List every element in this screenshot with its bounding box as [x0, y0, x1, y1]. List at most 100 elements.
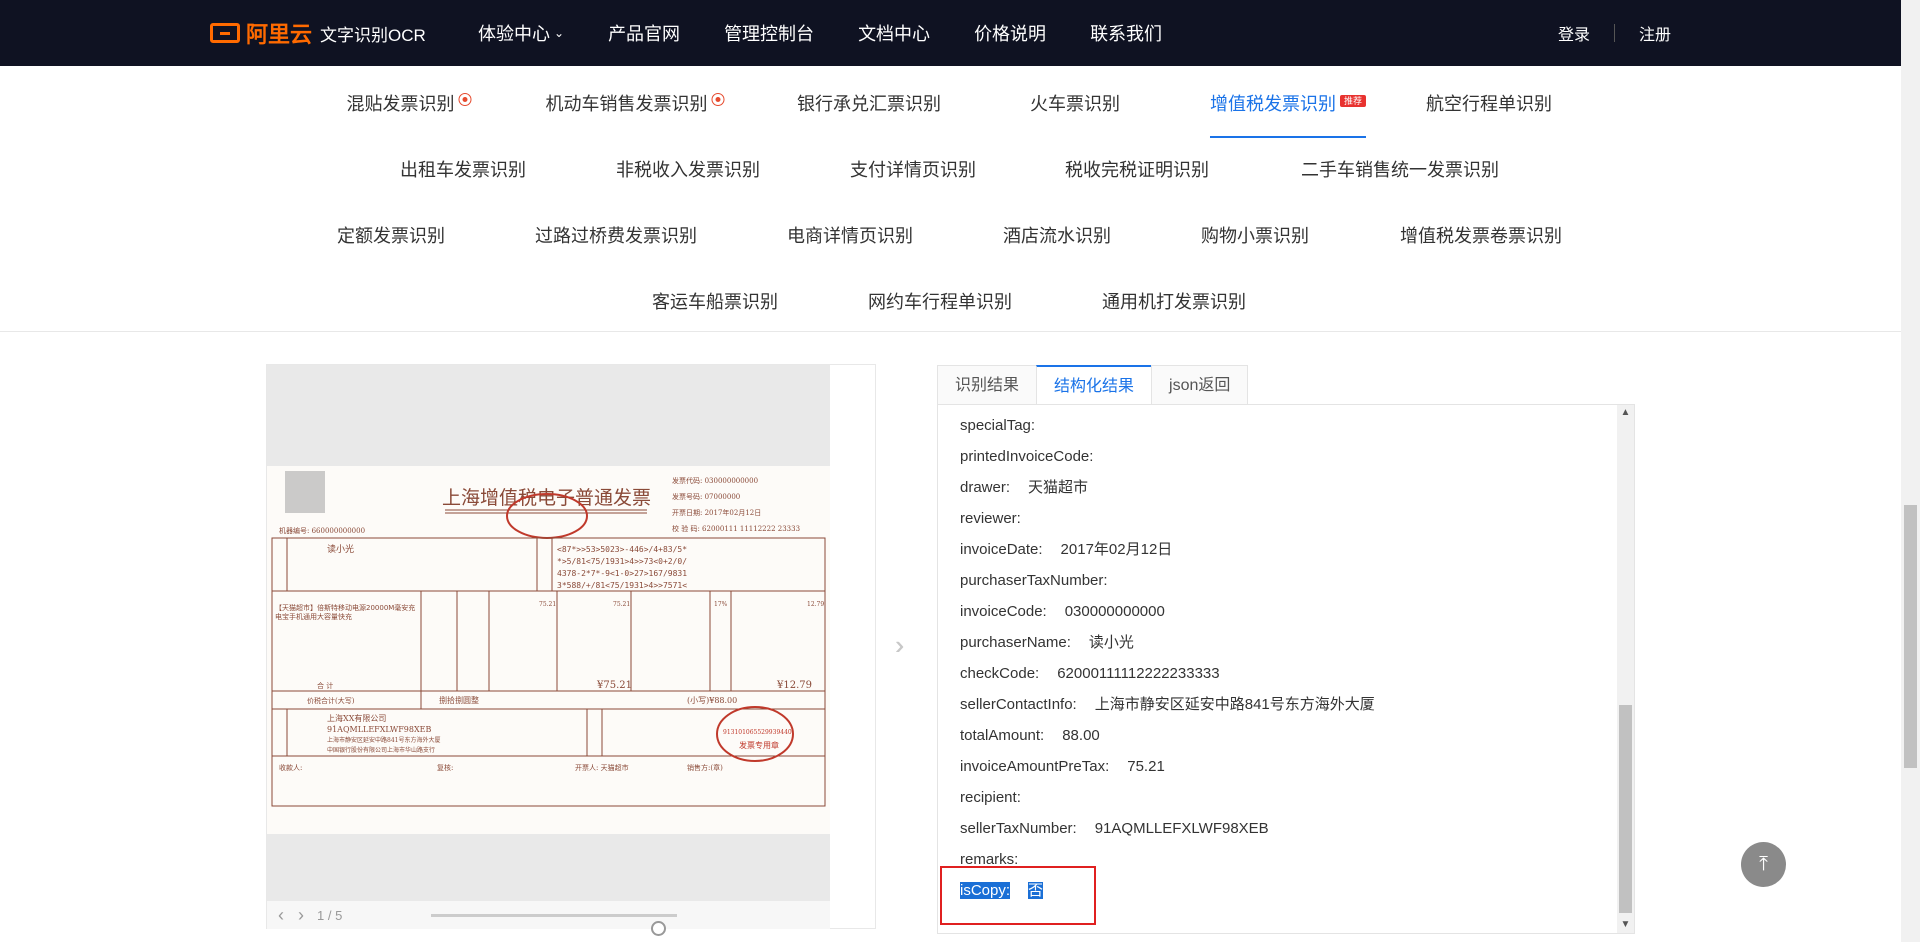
result-row: totalAmount: 88.00 — [960, 720, 1375, 751]
result-key: totalAmount: — [960, 727, 1045, 744]
result-key: recipient: — [960, 789, 1021, 806]
scrollbar-thumb[interactable] — [1619, 705, 1632, 913]
scroll-down-icon[interactable]: ▼ — [1617, 917, 1634, 933]
tab-recognition-result[interactable]: 识别结果 — [937, 365, 1037, 405]
cat-hotel-statement[interactable]: 酒店流水识别 — [1003, 222, 1111, 248]
cat-air-itinerary[interactable]: 航空行程单识别 — [1426, 90, 1552, 116]
result-row: drawer: 天猫超市 — [960, 472, 1375, 503]
result-key: specialTag: — [960, 417, 1036, 434]
highlight-box — [940, 866, 1096, 925]
cat-vat-invoice[interactable]: 增值税发票识别 推荐 — [1209, 90, 1367, 138]
hot-icon — [711, 93, 725, 106]
cat-train-ticket[interactable]: 火车票识别 — [1030, 90, 1120, 116]
cat-payment-detail[interactable]: 支付详情页识别 — [850, 156, 976, 182]
cat-toll-invoice[interactable]: 过路过桥费发票识别 — [535, 222, 697, 248]
nav-docs[interactable]: 文档中心 — [858, 20, 930, 46]
preview-canvas: 上海增值税电子普通发票 发票代码: 030000000000 发票号码: 070… — [267, 365, 830, 901]
nav-pricing[interactable]: 价格说明 — [974, 20, 1046, 46]
machine-value: 660000000000 — [312, 527, 365, 535]
result-row: sellerContactInfo: 上海市静安区延安中路841号东方海外大厦 — [960, 689, 1375, 720]
nav-experience-center[interactable]: 体验中心 ⌄ — [478, 20, 564, 46]
result-key: invoiceCode: — [960, 603, 1047, 620]
scroll-up-icon[interactable]: ▲ — [1617, 405, 1634, 421]
login-link[interactable]: 登录 — [1558, 21, 1590, 45]
zoom-slider-handle[interactable] — [651, 921, 666, 936]
cat-passenger-ticket[interactable]: 客运车船票识别 — [652, 288, 778, 314]
cat-non-tax-invoice[interactable]: 非税收入发票识别 — [616, 156, 760, 182]
result-key: printedInvoiceCode: — [960, 448, 1094, 465]
result-row: purchaserTaxNumber: — [960, 565, 1375, 596]
nav-product-site[interactable]: 产品官网 — [608, 20, 680, 46]
arrow-up-to-line-icon: ⤒ — [1759, 853, 1768, 875]
svg-text:开票人: 天猫超市: 开票人: 天猫超市 — [575, 763, 629, 772]
sum-amount: ¥75.21 — [596, 680, 632, 691]
total-label: 价税合计(大写) — [307, 696, 355, 705]
top-navbar: 阿里云 文字识别OCR 体验中心 ⌄ 产品官网 管理控制台 文档中心 价格说明 联… — [0, 0, 1901, 66]
result-value: 62000111112222233333 — [1057, 665, 1220, 682]
svg-text:发票代码: 030000000000: 发票代码: 030000000000 — [672, 476, 758, 485]
cat-quota-invoice[interactable]: 定额发票识别 — [337, 222, 445, 248]
seller-bank: 中国银行股份有限公司上海市华山路支行 — [327, 746, 435, 754]
seller-tax: 91AQMLLEFXLWF98XEB — [327, 725, 432, 734]
cat-vat-roll-invoice[interactable]: 增值税发票卷票识别 — [1400, 222, 1562, 248]
cat-shopping-receipt[interactable]: 购物小票识别 — [1201, 222, 1309, 248]
structured-result-panel: specialTag: printedInvoiceCode: drawer: 天猫超… — [937, 404, 1635, 934]
result-value: 75.21 — [1127, 758, 1165, 775]
result-row: invoiceDate: 2017年02月12日 — [960, 534, 1375, 565]
nav-contact[interactable]: 联系我们 — [1090, 20, 1162, 46]
item-description: 【天猫超市】倍斯特移动电源20000M毫安充电宝手机通用大容量快充 — [275, 604, 416, 621]
page-scrollbar-thumb[interactable] — [1904, 505, 1917, 768]
seal-text: 发票专用章 — [739, 740, 779, 750]
cat-bank-acceptance[interactable]: 银行承兑汇票识别 — [797, 90, 941, 116]
prev-page-icon[interactable]: ‹ — [271, 905, 291, 926]
reviewer-label: 复核: — [437, 763, 453, 772]
zoom-slider[interactable] — [431, 914, 677, 936]
result-tabs: 识别结果 结构化结果 json返回 — [937, 365, 1249, 405]
cat-machine-printed[interactable]: 通用机打发票识别 — [1102, 288, 1246, 314]
cat-tax-certificate[interactable]: 税收完税证明识别 — [1065, 156, 1209, 182]
svg-text:开票日期: 2017年02月12日: 开票日期: 2017年02月12日 — [672, 508, 761, 517]
check-value: 62000111 11112222 23333 — [702, 525, 800, 533]
nav-label: 联系我们 — [1090, 24, 1163, 44]
cat-used-car-invoice[interactable]: 二手车销售统一发票识别 — [1301, 156, 1499, 182]
category-links: 混贴发票识别 机动车销售发票识别 银行承兑汇票识别 火车票识别 增值税发票识别推… — [0, 66, 1901, 332]
tab-structured-result[interactable]: 结构化结果 — [1036, 365, 1152, 405]
logo[interactable]: 阿里云 文字识别OCR — [210, 20, 426, 47]
result-key: sellerContactInfo: — [960, 696, 1077, 713]
cat-vehicle-sales-invoice[interactable]: 机动车销售发票识别 — [546, 90, 725, 116]
main-nav: 体验中心 ⌄ 产品官网 管理控制台 文档中心 价格说明 联系我们 — [478, 0, 1206, 66]
seller-name: 上海XX有限公司 — [327, 713, 386, 723]
sum-label: 合 计 — [317, 681, 333, 690]
cat-taxi-invoice[interactable]: 出租车发票识别 — [400, 156, 526, 182]
register-link[interactable]: 注册 — [1639, 21, 1671, 45]
invoice-title: 上海增值税电子普通发票 — [442, 487, 651, 509]
cat-mixed-invoice[interactable]: 混贴发票识别 — [347, 90, 472, 116]
result-row: purchaserName: 读小光 — [960, 627, 1375, 658]
cipher-line: 4378-2*7*-9<1-0>27>167/9831 — [557, 569, 687, 578]
cipher-line: 3*588/+/81<75/1931>4>>7571< — [557, 581, 687, 590]
invoice-image: 上海增值税电子普通发票 发票代码: 030000000000 发票号码: 070… — [267, 466, 830, 834]
code-value: 030000000000 — [705, 477, 758, 485]
next-page-icon[interactable]: › — [291, 905, 311, 926]
sum-tax: ¥12.79 — [776, 680, 812, 691]
tab-json-return[interactable]: json返回 — [1151, 365, 1249, 405]
cipher-line: <87*>>53>5023>-446>/4+83/5* — [557, 545, 687, 554]
cat-ecommerce-detail[interactable]: 电商详情页识别 — [787, 222, 913, 248]
result-value: 上海市静安区延安中路841号东方海外大厦 — [1094, 696, 1375, 713]
nav-label: 产品官网 — [608, 24, 681, 44]
svg-text:发票号码: 07000000: 发票号码: 07000000 — [672, 492, 740, 501]
chevron-down-icon: ⌄ — [554, 26, 565, 40]
back-to-top-button[interactable]: ⤒ — [1741, 842, 1786, 887]
date-label: 开票日期: — [672, 509, 702, 517]
result-row: specialTag: — [960, 410, 1375, 441]
nav-console[interactable]: 管理控制台 — [724, 20, 814, 46]
total-small: (小写)¥88.00 — [687, 696, 737, 705]
result-value: 030000000000 — [1064, 603, 1165, 620]
page-scrollbar[interactable] — [1901, 0, 1920, 942]
result-key: checkCode: — [960, 665, 1040, 682]
result-scrollbar[interactable]: ▲ ▼ — [1617, 405, 1634, 933]
cat-ride-hailing[interactable]: 网约车行程单识别 — [868, 288, 1012, 314]
check-label: 校 验 码: — [672, 524, 700, 533]
result-list: specialTag: printedInvoiceCode: drawer: 天猫超… — [960, 410, 1375, 906]
page-indicator: 1 / 5 — [317, 907, 343, 923]
